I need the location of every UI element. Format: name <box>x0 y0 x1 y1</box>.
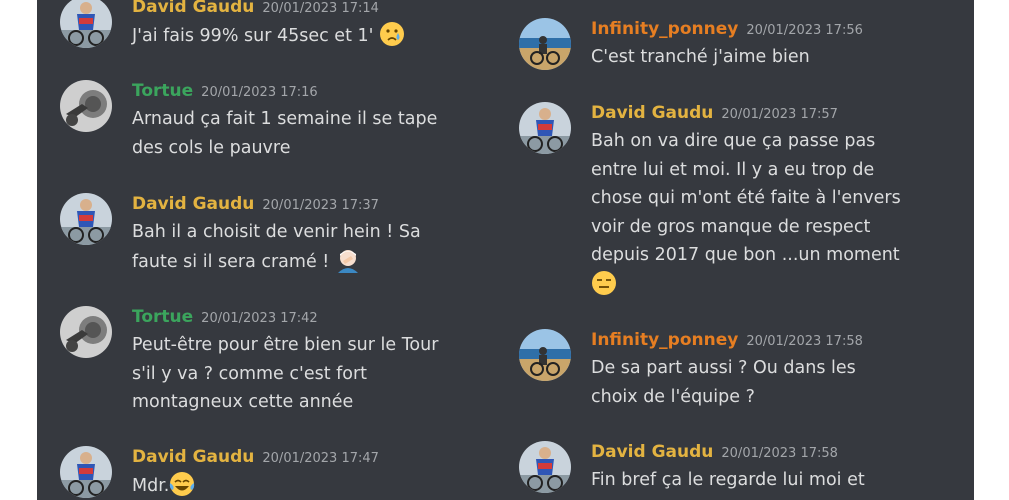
message-text: Mdr. <box>132 476 170 496</box>
cyclist-avatar-icon[interactable] <box>519 102 571 154</box>
message-content: Mdr. <box>132 471 195 500</box>
author-name[interactable]: David Gaudu <box>132 0 254 17</box>
crying-face-emoji <box>379 21 405 47</box>
message-content: Fin bref ça le regarde lui moi et <box>591 466 865 495</box>
message-line: De sa part aussi ? Ou dans les <box>591 358 856 378</box>
message-line: voir de gros manque de respect <box>591 216 871 237</box>
timestamp: 20/01/2023 17:42 <box>201 311 318 326</box>
message-line: C'est tranché j'aime bien <box>591 47 810 67</box>
message-header: David Gaudu 20/01/2023 17:14 <box>132 0 379 20</box>
cyclist-avatar-icon[interactable] <box>60 193 112 245</box>
message-line <box>591 270 901 300</box>
timestamp: 20/01/2023 17:47 <box>262 451 379 466</box>
message-header: David Gaudu 20/01/2023 17:47 <box>132 446 379 470</box>
author-name[interactable]: David Gaudu <box>591 103 713 123</box>
message-text: J'ai fais 99% sur 45sec et 1' <box>132 26 374 46</box>
message-line: depuis 2017 que bon ...un moment <box>591 245 900 265</box>
tears-of-joy-emoji <box>169 471 195 497</box>
message-content: Bah on va dire que ça passe pas entre lu… <box>591 127 901 299</box>
message-line: Peut-être pour être bien sur le Tour <box>132 335 439 355</box>
message-content: J'ai fais 99% sur 45sec et 1' <box>132 21 405 51</box>
message-line: s'il y va ? comme c'est fort <box>132 363 368 384</box>
message-content: Peut-être pour être bien sur le Tour s'i… <box>132 331 438 417</box>
timestamp: 20/01/2023 17:58 <box>721 446 838 461</box>
message-line: J'ai fais 99% sur 45sec et 1' <box>132 21 405 51</box>
message-header: Infinity_ponney 20/01/2023 17:58 <box>591 329 863 353</box>
message-header: Tortue 20/01/2023 17:42 <box>132 306 318 330</box>
beach-rider-avatar-icon[interactable] <box>519 18 571 70</box>
chat-screenshot: David Gaudu 20/01/2023 17:14 J'ai fais 99… <box>0 0 1009 500</box>
message-line: Bah il a choisit de venir hein ! Sa <box>132 222 421 242</box>
message-line: Bah on va dire que ça passe pas <box>591 131 876 151</box>
message-header: Infinity_ponney 20/01/2023 17:56 <box>591 18 863 42</box>
cyclist-avatar-icon[interactable] <box>60 0 112 48</box>
chat-panel-left: David Gaudu 20/01/2023 17:14 J'ai fais 99… <box>37 0 486 500</box>
message-header: David Gaudu 20/01/2023 17:37 <box>132 193 379 217</box>
facepalm-emoji <box>335 247 361 273</box>
message-content: De sa part aussi ? Ou dans les choix de … <box>591 354 856 411</box>
cyclist-avatar-icon[interactable] <box>60 446 112 498</box>
timestamp: 20/01/2023 17:57 <box>721 107 838 122</box>
motorcycle-avatar-icon[interactable] <box>60 80 112 132</box>
message-header: Tortue 20/01/2023 17:16 <box>132 80 318 104</box>
message-line: entre lui et moi. Il y a eu trop de <box>591 159 875 180</box>
message-line: montagneux cette année <box>132 392 354 412</box>
timestamp: 20/01/2023 17:37 <box>262 198 379 213</box>
message-line: des cols le pauvre <box>132 137 291 158</box>
message-content: Bah il a choisit de venir hein ! Sa faut… <box>132 218 421 276</box>
author-name[interactable]: Infinity_ponney <box>591 330 738 350</box>
message-line: Arnaud ça fait 1 semaine il se tape <box>132 109 438 129</box>
message-line: Mdr. <box>132 471 195 500</box>
author-name[interactable]: David Gaudu <box>132 447 254 467</box>
message-text: faute si il sera cramé ! <box>132 251 330 272</box>
chat-panel-right: Infinity_ponney 20/01/2023 17:56 C'est tr… <box>486 0 974 500</box>
author-name[interactable]: Tortue <box>132 307 193 327</box>
beach-rider-avatar-icon[interactable] <box>519 329 571 381</box>
timestamp: 20/01/2023 17:58 <box>746 334 863 349</box>
message-line: choix de l'équipe ? <box>591 386 755 407</box>
cyclist-avatar-icon[interactable] <box>519 441 571 493</box>
message-line: faute si il sera cramé ! <box>132 247 421 277</box>
author-name[interactable]: David Gaudu <box>591 442 713 462</box>
motorcycle-avatar-icon[interactable] <box>60 306 112 358</box>
message-line: Fin bref ça le regarde lui moi et <box>591 470 865 490</box>
message-content: Arnaud ça fait 1 semaine il se tape des … <box>132 105 437 162</box>
message-line: chose qui m'ont été faite à l'envers <box>591 188 901 208</box>
author-name[interactable]: Infinity_ponney <box>591 19 738 39</box>
timestamp: 20/01/2023 17:14 <box>262 1 379 16</box>
timestamp: 20/01/2023 17:56 <box>746 23 863 38</box>
author-name[interactable]: Tortue <box>132 81 193 101</box>
timestamp: 20/01/2023 17:16 <box>201 85 318 100</box>
message-content: C'est tranché j'aime bien <box>591 43 810 72</box>
author-name[interactable]: David Gaudu <box>132 194 254 214</box>
expressionless-face-emoji <box>591 270 617 296</box>
message-header: David Gaudu 20/01/2023 17:58 <box>591 441 838 465</box>
message-header: David Gaudu 20/01/2023 17:57 <box>591 102 838 126</box>
